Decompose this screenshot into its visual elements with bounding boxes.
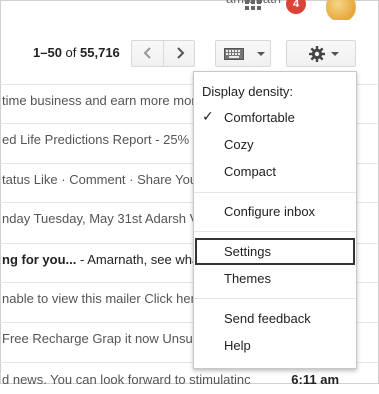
menu-divider <box>194 192 356 193</box>
email-snippet: nable to view this mailer Click here <box>2 291 203 306</box>
menu-divider <box>194 231 356 232</box>
email-snippet: ed Life Predictions Report - 25% O <box>2 132 203 147</box>
chevron-right-icon <box>177 47 185 59</box>
menu-item-send-feedback[interactable]: Send feedback <box>194 306 356 332</box>
chevron-down-icon <box>331 52 339 56</box>
settings-menu: Display density: ✓ Comfortable Cozy Comp… <box>193 71 357 369</box>
menu-item-comfortable[interactable]: ✓ Comfortable <box>194 105 356 131</box>
display-density-heading: Display density: <box>202 84 294 99</box>
total-count: 55,716 <box>80 45 120 60</box>
email-snippet: nday Tuesday, May 31st Adarsh Va <box>2 211 205 226</box>
email-subject: ng for you... <box>2 252 77 267</box>
menu-item-cozy[interactable]: Cozy <box>194 132 356 158</box>
apps-grid-icon[interactable] <box>245 0 261 14</box>
menu-item-label: Configure inbox <box>224 204 316 219</box>
menu-item-configure-inbox[interactable]: Configure inbox <box>194 199 356 225</box>
email-snippet: Free Recharge Grap it now Unsub <box>2 331 200 346</box>
email-snippet: tatus Like · Comment · Share Your <box>2 172 202 187</box>
older-button[interactable] <box>163 40 195 67</box>
email-preview: - Amarnath, see wha <box>76 252 200 267</box>
menu-item-settings[interactable]: Settings <box>194 239 356 265</box>
settings-gear-button[interactable] <box>286 40 356 67</box>
email-snippet: ng for you... - Amarnath, see wha <box>2 252 199 267</box>
menu-item-label: Compact <box>224 164 277 179</box>
keyboard-icon <box>224 48 244 60</box>
newer-button[interactable] <box>131 40 163 67</box>
menu-item-label: Send feedback <box>224 311 311 326</box>
chevron-down-icon <box>257 52 265 56</box>
email-snippet: d news. You can look forward to stimulat… <box>2 372 251 387</box>
gear-icon <box>309 46 325 62</box>
email-snippet: time business and earn more mone <box>2 93 206 108</box>
avatar[interactable] <box>326 0 356 20</box>
top-bar: amarnath 4 <box>0 0 379 20</box>
menu-item-label: Help <box>224 338 251 353</box>
menu-divider <box>194 298 356 299</box>
menu-item-label: Comfortable <box>224 110 295 125</box>
pagination-label: 1–50 of 55,716 <box>33 45 120 60</box>
menu-item-compact[interactable]: Compact <box>194 159 356 185</box>
menu-item-themes[interactable]: Themes <box>194 266 356 292</box>
notification-badge[interactable]: 4 <box>286 0 306 14</box>
of-label: of <box>65 45 77 60</box>
menu-item-help[interactable]: Help <box>194 333 356 359</box>
page-range: 1–50 <box>33 45 62 60</box>
email-time: 6:11 am <box>291 372 339 387</box>
chevron-left-icon <box>143 47 151 59</box>
input-tools-button[interactable] <box>215 40 271 67</box>
menu-item-label: Settings <box>224 244 271 259</box>
menu-item-label: Themes <box>224 271 271 286</box>
menu-item-label: Cozy <box>224 137 254 152</box>
check-icon: ✓ <box>202 108 214 124</box>
